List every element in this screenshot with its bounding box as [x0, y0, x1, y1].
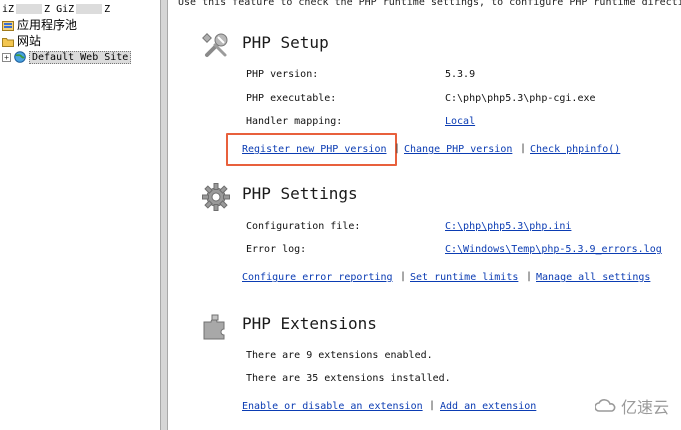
redacted-block — [16, 4, 43, 14]
server-node-header[interactable]: iZ Z GiZ Z — [2, 2, 110, 18]
separator: | — [520, 143, 527, 154]
redacted-block — [76, 4, 103, 14]
tree-item-label: 网站 — [17, 34, 42, 48]
intro-text: Use this feature to check the PHP runtim… — [178, 0, 681, 8]
expand-toggle[interactable]: + — [2, 52, 11, 62]
php-manager-panel: Use this feature to check the PHP runtim… — [168, 0, 681, 430]
add-extension-link[interactable]: Add an extension — [440, 401, 536, 412]
tree-item-sites[interactable]: 网站 — [2, 33, 41, 49]
change-php-version-link[interactable]: Change PHP version — [404, 144, 512, 155]
tree-item-label: Default Web Site — [29, 51, 132, 64]
register-php-version-link[interactable]: Register new PHP version — [242, 144, 387, 155]
separator: | — [526, 271, 533, 282]
tools-icon — [202, 33, 228, 57]
sites-folder-icon — [2, 38, 14, 47]
puzzle-icon — [203, 314, 225, 340]
php-settings-title: PHP Settings — [242, 184, 358, 203]
extensions-enabled-text: There are 9 extensions enabled. — [246, 350, 433, 361]
manage-all-settings-link[interactable]: Manage all settings — [536, 272, 650, 283]
server-name-mid: Z — [44, 4, 51, 15]
php-version-value: 5.3.9 — [445, 69, 476, 80]
extensions-installed-text: There are 35 extensions installed. — [246, 373, 451, 384]
globe-icon — [14, 51, 26, 63]
separator: | — [394, 143, 401, 154]
gear-icon — [202, 183, 230, 211]
separator: | — [429, 400, 436, 411]
php-version-label: PHP version: — [246, 69, 319, 80]
server-name-prefix: iZ — [2, 4, 15, 15]
server-name-second: GiZ — [56, 4, 75, 15]
php-setup-title: PHP Setup — [242, 33, 329, 52]
cloud-logo-icon — [594, 399, 616, 412]
tree-item-app-pools[interactable]: 应用程序池 — [2, 17, 77, 33]
app-pool-icon — [2, 21, 14, 31]
watermark-text: 亿速云 — [620, 398, 669, 417]
handler-mapping-link[interactable]: Local — [445, 116, 475, 127]
tree-item-default-web-site[interactable]: + Default Web Site — [0, 50, 132, 66]
tree-item-label: 应用程序池 — [17, 18, 78, 32]
server-name-end: Z — [104, 4, 111, 15]
config-file-label: Configuration file: — [246, 221, 361, 232]
separator: | — [400, 271, 407, 282]
enable-disable-extension-link[interactable]: Enable or disable an extension — [242, 401, 423, 412]
php-executable-label: PHP executable: — [246, 93, 337, 104]
config-file-link[interactable]: C:\php\php5.3\php.ini — [445, 221, 571, 232]
error-log-label: Error log: — [246, 244, 307, 255]
site-tree-pane: iZ Z GiZ Z 应用程序池 网站 + Default Web Site — [0, 0, 160, 430]
php-executable-value: C:\php\php5.3\php-cgi.exe — [445, 93, 596, 104]
set-runtime-limits-link[interactable]: Set runtime limits — [410, 272, 518, 283]
check-phpinfo-link[interactable]: Check phpinfo() — [530, 144, 620, 155]
handler-mapping-label: Handler mapping: — [246, 116, 343, 127]
error-log-link[interactable]: C:\Windows\Temp\php-5.3.9_errors.log — [445, 244, 662, 255]
php-extensions-title: PHP Extensions — [242, 314, 377, 333]
configure-error-reporting-link[interactable]: Configure error reporting — [242, 272, 393, 283]
pane-splitter[interactable] — [160, 0, 168, 430]
watermark: 亿速云 — [594, 394, 669, 418]
